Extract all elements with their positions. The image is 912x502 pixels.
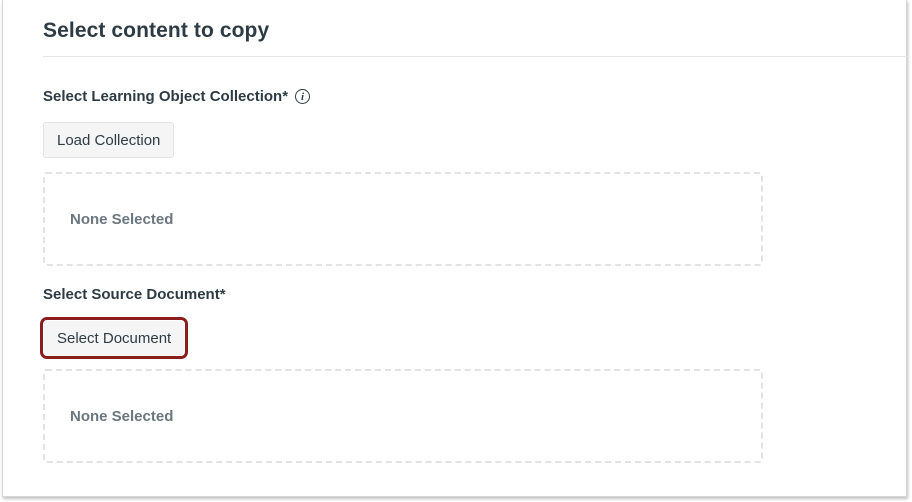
load-collection-button[interactable]: Load Collection	[43, 122, 175, 158]
document-empty-text: None Selected	[70, 407, 174, 425]
source-document-label: Select Source Document*	[43, 286, 226, 303]
collection-selection-box: None Selected	[43, 172, 763, 266]
document-selection-box: None Selected	[43, 369, 763, 463]
info-icon[interactable]: i	[295, 89, 311, 104]
source-document-label-text: Select Source Document*	[43, 286, 226, 303]
collection-label-text: Select Learning Object Collection*	[43, 88, 289, 105]
title-divider	[43, 56, 908, 57]
select-document-button[interactable]: Select Document	[43, 320, 186, 356]
collection-empty-text: None Selected	[70, 210, 174, 228]
collection-label: Select Learning Object Collection* i	[43, 88, 311, 105]
content-panel: Select content to copy Select Learning O…	[2, 0, 908, 497]
page-title: Select content to copy	[43, 19, 270, 42]
